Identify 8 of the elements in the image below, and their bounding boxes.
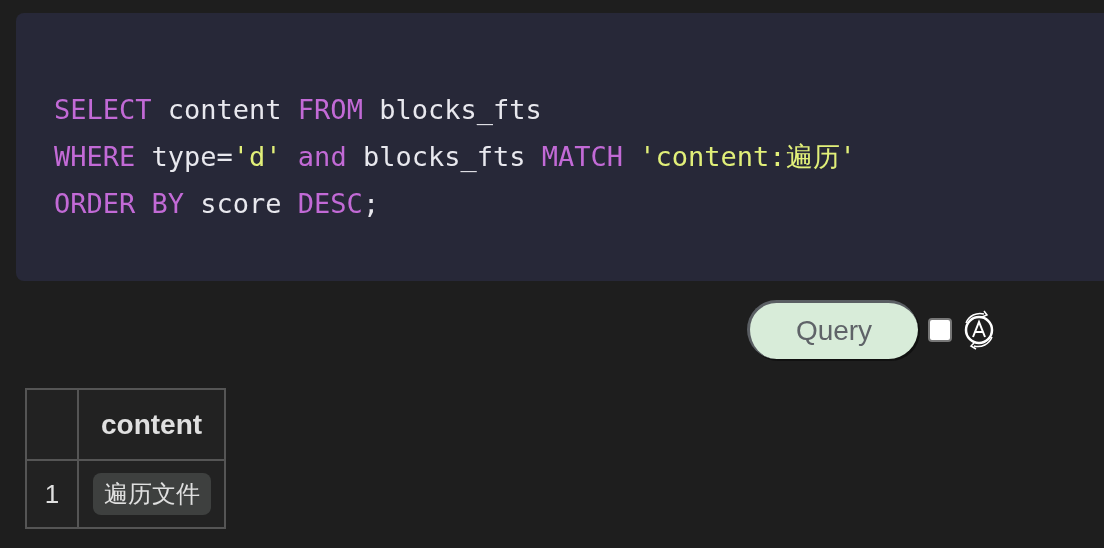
code-line: SELECT content FROM blocks_fts [54, 93, 543, 127]
checkbox[interactable] [928, 317, 952, 342]
row-number: 1 [26, 460, 78, 528]
code-line: WHERE type='d' and blocks_fts MATCH 'content:遍历' [54, 140, 857, 174]
query-button[interactable]: Query [747, 300, 918, 359]
column-header: content [78, 389, 226, 460]
value-tag: 遍历文件 [92, 473, 211, 515]
code-line: ORDER BY score DESC; [54, 187, 381, 221]
